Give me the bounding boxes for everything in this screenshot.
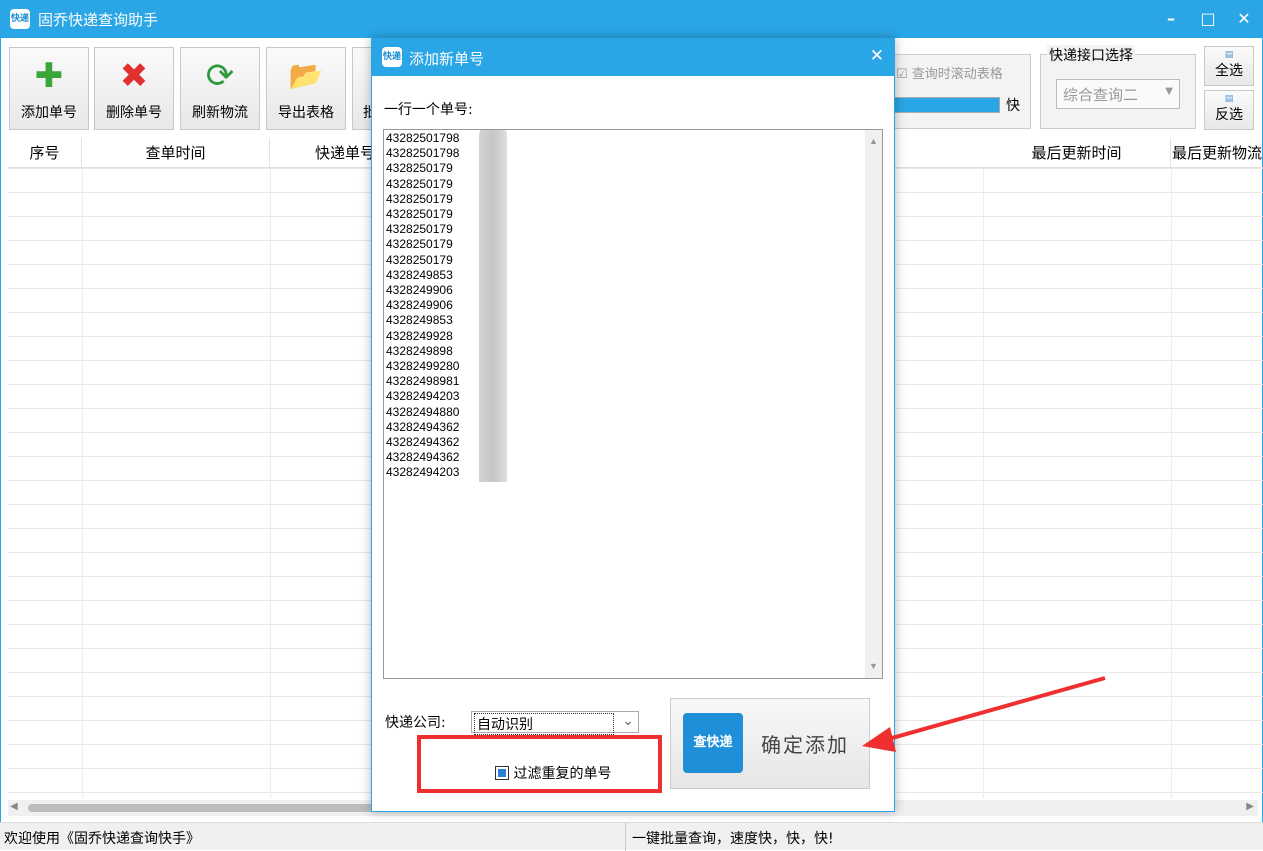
red-arrow-icon bbox=[0, 0, 1263, 850]
